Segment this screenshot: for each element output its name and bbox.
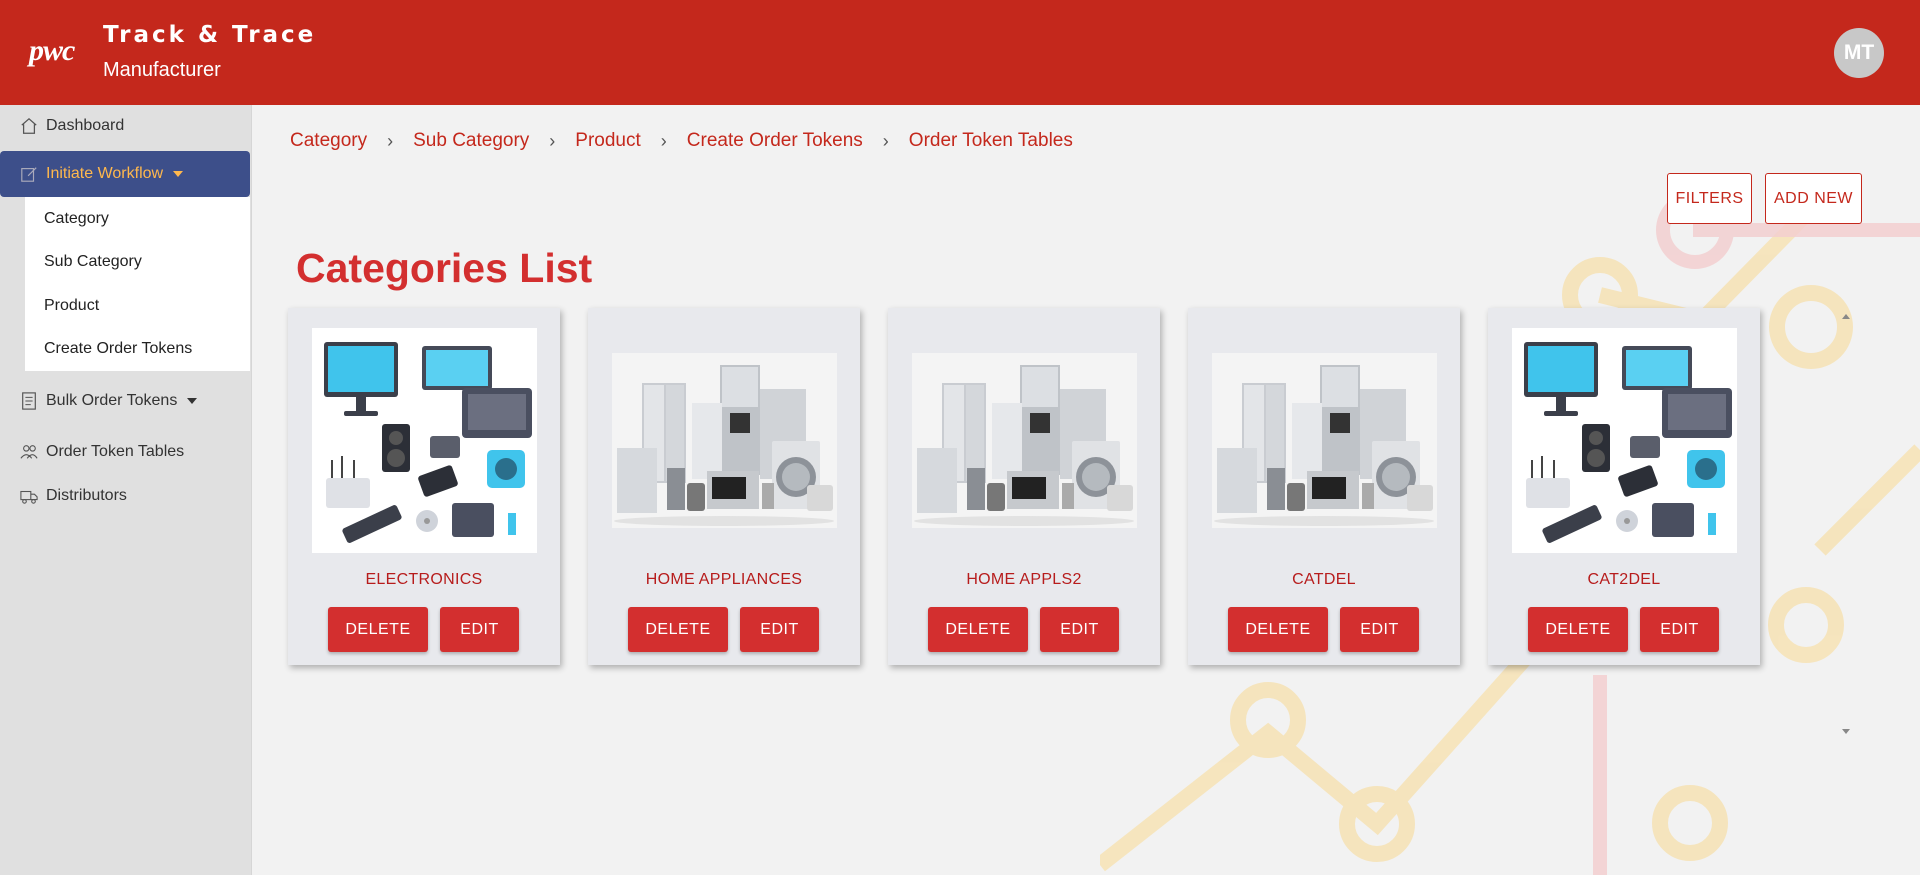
filters-button[interactable]: FILTERS	[1667, 173, 1752, 224]
sidebar-item-label: Dashboard	[46, 117, 125, 134]
scroll-down-icon[interactable]	[1842, 729, 1850, 734]
appliances-image	[1212, 328, 1437, 553]
sidebar-item-label: Order Token Tables	[46, 443, 185, 460]
caret-down-icon	[187, 398, 198, 404]
sidebar-item-order-token-tables[interactable]: Order Token Tables	[20, 443, 184, 461]
pwc-logo[interactable]: pwc	[29, 34, 75, 68]
edit-button[interactable]: EDIT	[1640, 607, 1719, 652]
submenu-item-sub-category[interactable]: Sub Category	[44, 253, 142, 271]
page-title: Categories List	[296, 245, 593, 291]
cards-scrollbar[interactable]	[1838, 308, 1854, 738]
category-card: CATDEL DELETE EDIT	[1188, 308, 1460, 665]
sidebar: Dashboard Initiate Workflow Category Sub…	[0, 105, 252, 875]
document-icon	[20, 392, 38, 410]
add-new-button[interactable]: ADD NEW	[1765, 173, 1862, 224]
delete-button[interactable]: DELETE	[328, 607, 428, 652]
app-title: Track & Trace	[103, 22, 317, 48]
category-card: ELECTRONICS DELETE EDIT	[288, 308, 560, 665]
edit-button[interactable]: EDIT	[740, 607, 819, 652]
category-name: HOME APPLIANCES	[645, 571, 803, 588]
user-avatar[interactable]: MT	[1834, 28, 1884, 78]
sidebar-item-bulk-order-tokens[interactable]: Bulk Order Tokens	[20, 392, 198, 410]
category-card: HOME APPLIANCES DELETE EDIT	[588, 308, 860, 665]
sidebar-item-initiate-workflow[interactable]: Initiate Workflow	[0, 151, 250, 197]
scroll-up-icon[interactable]	[1842, 314, 1850, 319]
delete-button[interactable]: DELETE	[928, 607, 1028, 652]
caret-down-icon	[173, 171, 184, 177]
category-card: HOME APPLS2 DELETE EDIT	[888, 308, 1160, 665]
delete-button[interactable]: DELETE	[1228, 607, 1328, 652]
sidebar-item-label: Bulk Order Tokens	[46, 392, 178, 409]
category-name: CATDEL	[1292, 571, 1356, 588]
app-subtitle: Manufacturer	[103, 59, 221, 81]
chevron-right-icon: ›	[549, 130, 556, 151]
electronics-image	[1512, 328, 1737, 553]
submenu-item-category[interactable]: Category	[44, 210, 109, 228]
edit-button[interactable]: EDIT	[440, 607, 519, 652]
category-name: ELECTRONICS	[365, 571, 483, 588]
workflow-submenu: Category Sub Category Product Create Ord…	[25, 197, 250, 371]
appliances-image	[612, 328, 837, 553]
delete-button[interactable]: DELETE	[1528, 607, 1628, 652]
chevron-right-icon: ›	[387, 130, 394, 151]
breadcrumb-create-order-tokens[interactable]: Create Order Tokens	[687, 130, 863, 152]
edit-icon	[20, 165, 38, 183]
breadcrumb-product[interactable]: Product	[575, 130, 640, 152]
electronics-image	[312, 328, 537, 553]
edit-button[interactable]: EDIT	[1040, 607, 1119, 652]
home-icon	[20, 117, 38, 135]
category-name: HOME APPLS2	[966, 571, 1082, 588]
edit-button[interactable]: EDIT	[1340, 607, 1419, 652]
category-card: CAT2DEL DELETE EDIT	[1488, 308, 1760, 665]
app-header: pwc Track & Trace Manufacturer MT	[0, 0, 1920, 105]
sidebar-item-dashboard[interactable]: Dashboard	[20, 117, 124, 135]
truck-icon	[20, 487, 38, 505]
chevron-right-icon: ›	[660, 130, 667, 151]
sidebar-item-label: Initiate Workflow	[46, 165, 164, 182]
breadcrumb-order-token-tables[interactable]: Order Token Tables	[909, 130, 1073, 152]
breadcrumb-category[interactable]: Category	[290, 130, 367, 152]
chevron-right-icon: ›	[882, 130, 889, 151]
sidebar-item-label: Distributors	[46, 487, 127, 504]
category-name: CAT2DEL	[1587, 571, 1661, 588]
appliances-image	[912, 328, 1137, 553]
breadcrumb: Category › Sub Category › Product › Crea…	[290, 130, 1073, 152]
breadcrumb-sub-category[interactable]: Sub Category	[413, 130, 529, 152]
users-icon	[20, 443, 38, 461]
submenu-item-create-order-tokens[interactable]: Create Order Tokens	[44, 340, 192, 358]
sidebar-item-distributors[interactable]: Distributors	[20, 487, 127, 505]
delete-button[interactable]: DELETE	[628, 607, 728, 652]
submenu-item-product[interactable]: Product	[44, 297, 99, 315]
